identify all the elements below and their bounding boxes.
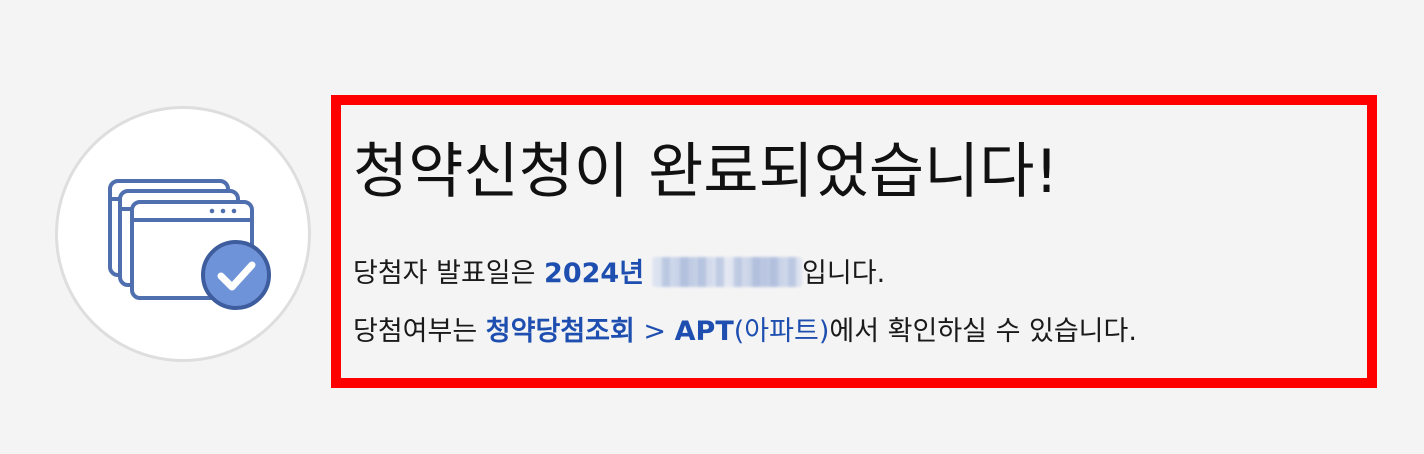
announcement-year: 2024년 [544, 258, 645, 289]
subscription-result-link[interactable]: 청약당첨조회 [486, 316, 635, 347]
breadcrumb-separator: > [634, 316, 675, 347]
result-prefix: 당첨여부는 [353, 316, 486, 347]
paren-close: ) [818, 316, 830, 347]
announcement-line: 당첨자 발표일은 2024년 입니다. [353, 254, 885, 294]
completion-icon-circle [55, 106, 311, 362]
apt-sub-label[interactable]: 아파트 [744, 316, 819, 347]
browser-windows-check-icon [108, 179, 271, 310]
result-check-line: 당첨여부는 청약당첨조회 > APT(아파트)에서 확인하실 수 있습니다. [353, 312, 1137, 352]
result-suffix: 에서 확인하실 수 있습니다. [829, 316, 1137, 347]
page-title: 청약신청이 완료되었습니다! [353, 137, 1059, 207]
announcement-prefix: 당첨자 발표일은 [353, 258, 545, 289]
apt-link[interactable]: APT [675, 316, 734, 347]
announcement-suffix: 입니다. [802, 258, 886, 289]
paren-open: ( [733, 316, 745, 347]
redacted-date [652, 256, 803, 287]
